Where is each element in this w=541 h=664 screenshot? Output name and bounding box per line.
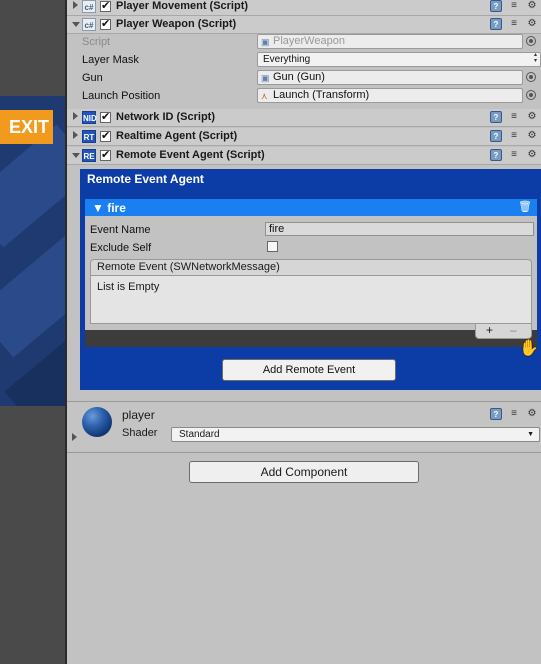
enabled-checkbox[interactable] [100, 129, 111, 142]
preset-icon[interactable]: ≡ [508, 18, 520, 30]
event-header[interactable]: ▼ fire 🗑 [85, 199, 537, 216]
prop-row-layer-mask: Layer Mask Everything [67, 51, 541, 69]
chevron-down-icon: ▼ [527, 431, 534, 438]
prop-label: Launch Position [82, 90, 161, 102]
prop-label: Script [82, 36, 111, 48]
enabled-checkbox[interactable] [100, 0, 111, 12]
game-view: EXIT [0, 0, 65, 664]
object-picker-icon[interactable] [526, 72, 536, 82]
help-icon[interactable]: ? [490, 111, 502, 123]
exclude-self-label: Exclude Self [90, 242, 152, 254]
preset-icon[interactable]: ≡ [508, 408, 520, 420]
prop-label: Gun [82, 72, 103, 84]
gear-icon[interactable]: ⚙ [526, 18, 538, 30]
shader-label: Shader [122, 427, 158, 439]
object-icon: ▣ [261, 73, 270, 83]
component-header-network-id[interactable]: NID Network ID (Script) ? ≡ ⚙ [67, 109, 541, 127]
gun-field[interactable]: ▣ Gun (Gun) [257, 70, 523, 85]
trash-icon[interactable]: 🗑 [518, 200, 532, 213]
fold-arrow-icon[interactable] [73, 1, 78, 9]
script-icon: c# [82, 0, 96, 13]
fold-arrow-icon[interactable] [72, 22, 80, 27]
component-header-realtime-agent[interactable]: RT Realtime Agent (Script) ? ≡ ⚙ [67, 128, 541, 146]
help-icon[interactable]: ? [490, 149, 502, 161]
panel-title: Remote Event Agent [87, 172, 204, 186]
script-file-icon: ▣ [261, 37, 270, 47]
realtime-agent-icon: RT [82, 130, 96, 143]
preset-icon[interactable]: ≡ [508, 0, 520, 12]
material-name: player [122, 408, 155, 422]
prop-row-launch-position: Launch Position ⋏ Launch (Transform) [67, 87, 541, 105]
help-icon[interactable]: ? [490, 130, 502, 142]
exclude-self-checkbox[interactable] [267, 241, 278, 252]
help-icon[interactable]: ? [490, 18, 502, 30]
exit-button[interactable]: EXIT [0, 110, 53, 144]
object-picker-icon[interactable] [526, 90, 536, 100]
enabled-checkbox[interactable] [100, 110, 111, 123]
remote-event-agent-icon: RE [82, 149, 96, 162]
script-icon: c# [82, 18, 96, 31]
layer-mask-dropdown[interactable]: Everything [257, 52, 541, 67]
prop-label: Layer Mask [82, 54, 139, 66]
fold-arrow-icon[interactable] [73, 131, 78, 139]
component-title: Player Movement (Script) [116, 0, 249, 12]
material-section: player ? ≡ ⚙ Shader Standard ▼ [67, 402, 541, 450]
component-title: Player Weapon (Script) [116, 18, 237, 30]
separator [67, 452, 541, 453]
gear-icon[interactable]: ⚙ [526, 0, 538, 12]
list-footer: + – [475, 324, 532, 339]
add-component-button[interactable]: Add Component [189, 461, 419, 483]
remote-event-list: List is Empty [90, 276, 532, 324]
fold-arrow-icon[interactable] [72, 153, 80, 158]
preset-icon[interactable]: ≡ [508, 130, 520, 142]
event-name-label: Event Name [90, 224, 151, 236]
enabled-checkbox[interactable] [100, 17, 111, 30]
component-title: Network ID (Script) [116, 111, 216, 123]
material-preview-sphere [82, 407, 112, 437]
launch-position-field[interactable]: ⋏ Launch (Transform) [257, 88, 523, 103]
component-header-player-weapon[interactable]: c# Player Weapon (Script) ? ≡ ⚙ [67, 16, 541, 34]
component-header-remote-event-agent[interactable]: RE Remote Event Agent (Script) ? ≡ ⚙ [67, 147, 541, 165]
event-properties: Event Name fire Exclude Self Remote Even… [85, 216, 537, 339]
remote-event-list-header: Remote Event (SWNetworkMessage) [90, 259, 532, 276]
gear-icon[interactable]: ⚙ [526, 111, 538, 123]
event-foldout-label[interactable]: ▼ fire [92, 201, 126, 215]
hand-cursor-icon: ✋ [519, 340, 539, 357]
enabled-checkbox[interactable] [100, 148, 111, 161]
background-stripe [0, 234, 65, 358]
inspector-panel: c# Player Movement (Script) ? ≡ ⚙ c# Pla… [67, 0, 541, 664]
add-item-button[interactable]: + [486, 324, 493, 337]
help-icon[interactable]: ? [490, 408, 502, 420]
shader-dropdown[interactable]: Standard ▼ [171, 427, 540, 442]
add-remote-event-button[interactable]: Add Remote Event [222, 359, 396, 381]
event-name-input[interactable]: fire [265, 222, 534, 236]
script-field: ▣ PlayerWeapon [257, 34, 523, 49]
prop-row-script: Script ▣ PlayerWeapon [67, 33, 541, 51]
gear-icon[interactable]: ⚙ [526, 149, 538, 161]
component-title: Realtime Agent (Script) [116, 130, 238, 142]
event-box: ▼ fire 🗑 Event Name fire Exclude Self Re… [85, 199, 537, 347]
gear-icon[interactable]: ⚙ [526, 408, 538, 420]
gear-icon[interactable]: ⚙ [526, 130, 538, 142]
preset-icon[interactable]: ≡ [508, 149, 520, 161]
component-title: Remote Event Agent (Script) [116, 149, 265, 161]
remove-item-button[interactable]: – [510, 324, 517, 337]
remote-event-agent-panel: Remote Event Agent ▼ fire 🗑 Event Name f… [80, 169, 541, 390]
preset-icon[interactable]: ≡ [508, 111, 520, 123]
fold-arrow-icon[interactable] [73, 112, 78, 120]
prop-row-gun: Gun ▣ Gun (Gun) [67, 69, 541, 87]
transform-icon: ⋏ [261, 91, 268, 101]
object-picker-icon[interactable] [526, 36, 536, 46]
help-icon[interactable]: ? [490, 0, 502, 12]
network-id-icon: NID [82, 111, 97, 124]
component-header-player-movement[interactable]: c# Player Movement (Script) ? ≡ ⚙ [67, 0, 541, 16]
fold-arrow-icon[interactable] [72, 433, 77, 441]
